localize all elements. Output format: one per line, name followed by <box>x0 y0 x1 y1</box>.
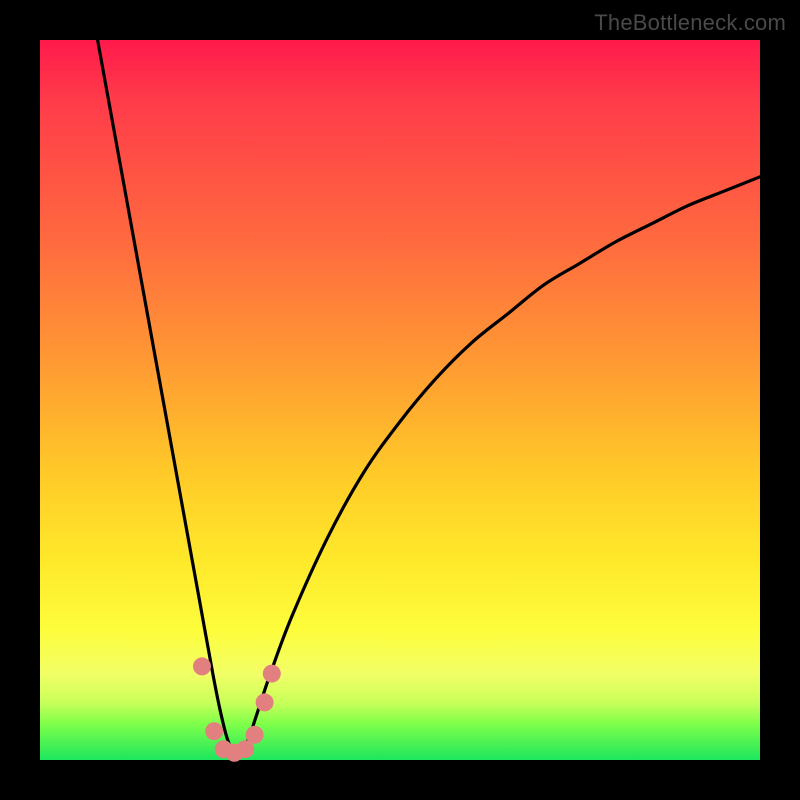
curve-marker <box>205 722 223 740</box>
curve-marker <box>246 726 264 744</box>
curve-marker <box>263 665 281 683</box>
curve-marker <box>193 657 211 675</box>
plot-area <box>40 40 760 760</box>
chart-frame: TheBottleneck.com <box>0 0 800 800</box>
bottleneck-curve <box>98 40 760 754</box>
curve-marker <box>256 693 274 711</box>
curve-svg <box>40 40 760 760</box>
bottleneck-curve-path <box>98 40 760 754</box>
watermark-text: TheBottleneck.com <box>594 10 786 36</box>
curve-markers <box>193 657 281 761</box>
